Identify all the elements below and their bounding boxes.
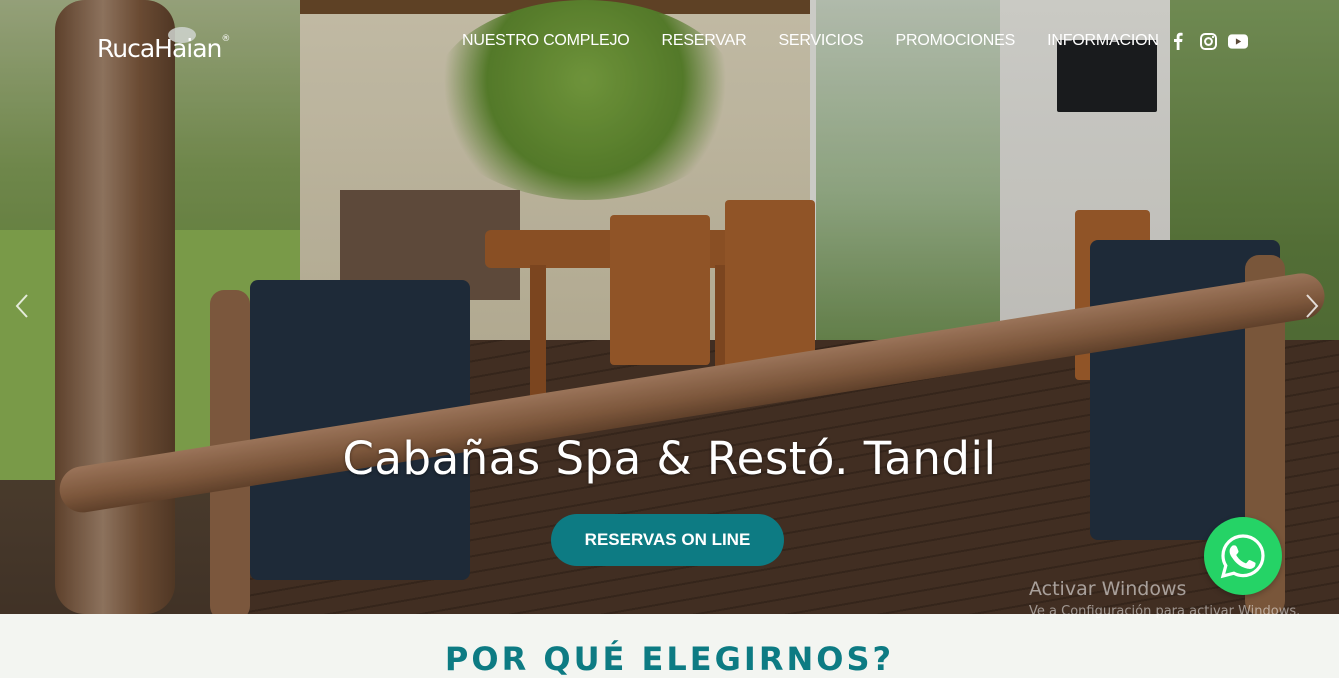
windows-activation-title: Activar Windows [1029, 578, 1187, 600]
chevron-right-icon [1306, 294, 1319, 318]
site-logo[interactable]: RucaHaian® [97, 34, 230, 63]
whatsapp-button[interactable] [1204, 517, 1282, 595]
logo-registered: ® [221, 34, 230, 44]
nav-item-reservar[interactable]: RESERVAR [662, 32, 747, 50]
nav-item-informacion[interactable]: INFORMACION [1047, 32, 1159, 50]
main-nav: NUESTRO COMPLEJO RESERVAR SERVICIOS PROM… [462, 32, 1191, 50]
nav-item-servicios[interactable]: SERVICIOS [778, 32, 863, 50]
hero-title: Cabañas Spa & Restó. Tandil [342, 432, 997, 485]
whatsapp-icon [1220, 534, 1265, 579]
social-links [1168, 31, 1248, 51]
chevron-left-icon [15, 294, 28, 318]
nav-item-promociones[interactable]: PROMOCIONES [896, 32, 1016, 50]
slider-next-button[interactable] [1292, 280, 1332, 332]
facebook-icon[interactable] [1168, 31, 1188, 51]
youtube-icon[interactable] [1228, 31, 1248, 51]
slider-prev-button[interactable] [2, 280, 42, 332]
nav-item-nuestro-complejo[interactable]: NUESTRO COMPLEJO [462, 32, 630, 50]
reservas-online-button[interactable]: RESERVAS ON LINE [551, 514, 784, 566]
windows-activation-subtitle: Ve a Configuración para activar Windows. [1029, 604, 1301, 619]
instagram-icon[interactable] [1198, 31, 1218, 51]
section-title: POR QUÉ ELEGIRNOS? [444, 640, 895, 678]
logo-text: RucaHaian [97, 34, 222, 63]
